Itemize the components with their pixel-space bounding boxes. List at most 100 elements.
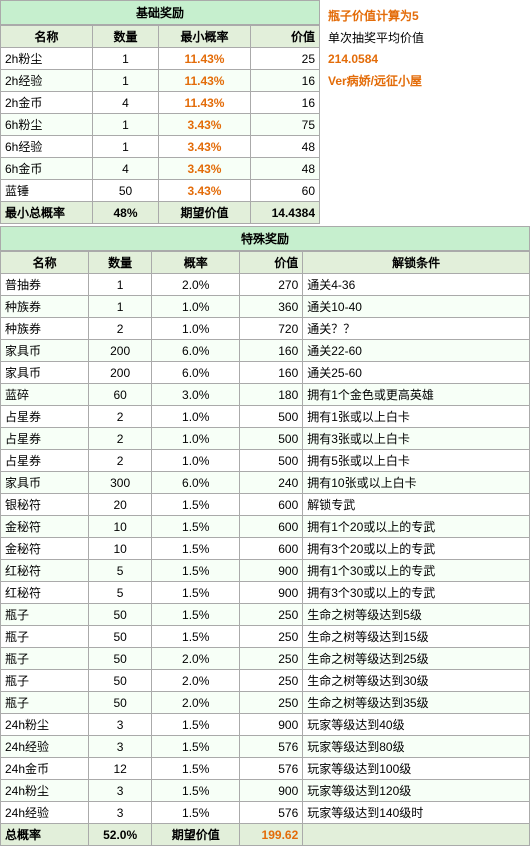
col-header-val: 价值	[251, 26, 320, 48]
col-header-prob: 最小概率	[158, 26, 250, 48]
special-table-row: 红秘符 5 1.5% 900 拥有3个30或以上的专武	[1, 582, 530, 604]
sp-cell-count: 50	[89, 670, 152, 692]
sp-cell-name: 家具币	[1, 362, 89, 384]
sp-cell-prob: 1.0%	[152, 296, 240, 318]
sp-cell-name: 占星券	[1, 428, 89, 450]
sp-cell-val: 500	[240, 428, 303, 450]
sp-cell-count: 12	[89, 758, 152, 780]
sp-cell-count: 2	[89, 450, 152, 472]
sp-cell-prob: 1.5%	[152, 560, 240, 582]
sp-cell-unlock: 拥有1个30或以上的专武	[303, 560, 530, 582]
sp-cell-val: 160	[240, 362, 303, 384]
sp-cell-prob: 1.0%	[152, 450, 240, 472]
basic-cell-prob: 3.43%	[158, 114, 250, 136]
sp-cell-count: 10	[89, 538, 152, 560]
basic-cell-val: 25	[251, 48, 320, 70]
sp-cell-val: 270	[240, 274, 303, 296]
sp-cell-count: 10	[89, 516, 152, 538]
special-table-row: 种族券 1 1.0% 360 通关10-40	[1, 296, 530, 318]
basic-table-row: 2h粉尘 1 11.43% 25	[1, 48, 320, 70]
sp-cell-prob: 1.5%	[152, 780, 240, 802]
sp-cell-prob: 1.0%	[152, 428, 240, 450]
sp-cell-name: 瓶子	[1, 604, 89, 626]
sp-cell-name: 红秘符	[1, 582, 89, 604]
sp-col-count: 数量	[89, 252, 152, 274]
sp-footer-total-val: 52.0%	[89, 824, 152, 846]
sp-footer-total-label: 总概率	[1, 824, 89, 846]
side-info-panel: 瓶子价值计算为5 单次抽奖平均价值 214.0584 Ver病娇/远征小屋	[320, 0, 530, 224]
sp-cell-prob: 6.0%	[152, 340, 240, 362]
sp-footer-exp-val: 199.62	[240, 824, 303, 846]
sp-cell-val: 160	[240, 340, 303, 362]
sp-cell-name: 24h粉尘	[1, 714, 89, 736]
main-container: 基础奖励 名称 数量 最小概率 价值 2h粉尘 1 11.43% 25 2h经验…	[0, 0, 530, 846]
sp-col-val: 价值	[240, 252, 303, 274]
sp-cell-name: 24h经验	[1, 802, 89, 824]
sp-cell-val: 900	[240, 714, 303, 736]
sp-cell-prob: 2.0%	[152, 670, 240, 692]
sp-cell-prob: 2.0%	[152, 274, 240, 296]
sp-cell-unlock: 拥有1个20或以上的专武	[303, 516, 530, 538]
sp-cell-unlock: 拥有1个金色或更高英雄	[303, 384, 530, 406]
basic-cell-val: 16	[251, 92, 320, 114]
sp-cell-count: 200	[89, 340, 152, 362]
sp-cell-val: 250	[240, 670, 303, 692]
sp-cell-val: 720	[240, 318, 303, 340]
sp-cell-prob: 2.0%	[152, 648, 240, 670]
basic-table-wrap: 基础奖励 名称 数量 最小概率 价值 2h粉尘 1 11.43% 25 2h经验…	[0, 0, 320, 224]
sp-cell-unlock: 通关4-36	[303, 274, 530, 296]
side-line2: 单次抽奖平均价值	[328, 28, 522, 50]
sp-cell-count: 50	[89, 692, 152, 714]
basic-cell-prob: 3.43%	[158, 180, 250, 202]
sp-cell-count: 3	[89, 802, 152, 824]
basic-table: 名称 数量 最小概率 价值 2h粉尘 1 11.43% 25 2h经验 1 11…	[0, 25, 320, 224]
sp-cell-unlock: 生命之树等级达到30级	[303, 670, 530, 692]
sp-cell-name: 红秘符	[1, 560, 89, 582]
special-section: 特殊奖励 名称 数量 概率 价值 解锁条件 普抽券 1 2.0% 270 通关4…	[0, 226, 530, 846]
sp-cell-count: 200	[89, 362, 152, 384]
sp-cell-name: 24h经验	[1, 736, 89, 758]
sp-cell-prob: 1.5%	[152, 494, 240, 516]
special-table-row: 家具币 200 6.0% 160 通关25-60	[1, 362, 530, 384]
sp-cell-unlock: 通关10-40	[303, 296, 530, 318]
sp-cell-count: 300	[89, 472, 152, 494]
sp-cell-unlock: 玩家等级达到100级	[303, 758, 530, 780]
sp-cell-unlock: 生命之树等级达到5级	[303, 604, 530, 626]
side-line3: 214.0584	[328, 49, 522, 71]
sp-cell-unlock: 拥有10张或以上白卡	[303, 472, 530, 494]
basic-footer-exp-val: 14.4384	[251, 202, 320, 224]
side-line4: Ver病娇/远征小屋	[328, 71, 522, 93]
special-table-row: 24h经验 3 1.5% 576 玩家等级达到80级	[1, 736, 530, 758]
sp-cell-count: 50	[89, 648, 152, 670]
sp-cell-val: 250	[240, 604, 303, 626]
sp-cell-name: 银秘符	[1, 494, 89, 516]
basic-cell-count: 1	[93, 136, 159, 158]
special-footer-row: 总概率 52.0% 期望价值 199.62	[1, 824, 530, 846]
sp-cell-prob: 1.5%	[152, 714, 240, 736]
basic-cell-prob: 3.43%	[158, 136, 250, 158]
sp-cell-prob: 1.5%	[152, 516, 240, 538]
special-table-row: 普抽券 1 2.0% 270 通关4-36	[1, 274, 530, 296]
sp-cell-unlock: 拥有5张或以上白卡	[303, 450, 530, 472]
sp-cell-count: 60	[89, 384, 152, 406]
basic-cell-prob: 11.43%	[158, 48, 250, 70]
sp-col-name: 名称	[1, 252, 89, 274]
sp-cell-unlock: 通关？？	[303, 318, 530, 340]
basic-cell-count: 4	[93, 158, 159, 180]
basic-table-header-row: 名称 数量 最小概率 价值	[1, 26, 320, 48]
special-table-row: 家具币 200 6.0% 160 通关22-60	[1, 340, 530, 362]
sp-cell-prob: 1.5%	[152, 538, 240, 560]
special-header: 特殊奖励	[0, 226, 530, 251]
sp-cell-val: 900	[240, 582, 303, 604]
sp-cell-prob: 1.0%	[152, 318, 240, 340]
basic-cell-name: 2h经验	[1, 70, 93, 92]
basic-cell-prob: 11.43%	[158, 70, 250, 92]
sp-cell-val: 900	[240, 780, 303, 802]
sp-col-prob: 概率	[152, 252, 240, 274]
basic-cell-name: 蓝锤	[1, 180, 93, 202]
basic-cell-name: 6h粉尘	[1, 114, 93, 136]
col-header-count: 数量	[93, 26, 159, 48]
sp-cell-count: 3	[89, 714, 152, 736]
basic-cell-val: 16	[251, 70, 320, 92]
special-table-row: 24h经验 3 1.5% 576 玩家等级达到140级时	[1, 802, 530, 824]
